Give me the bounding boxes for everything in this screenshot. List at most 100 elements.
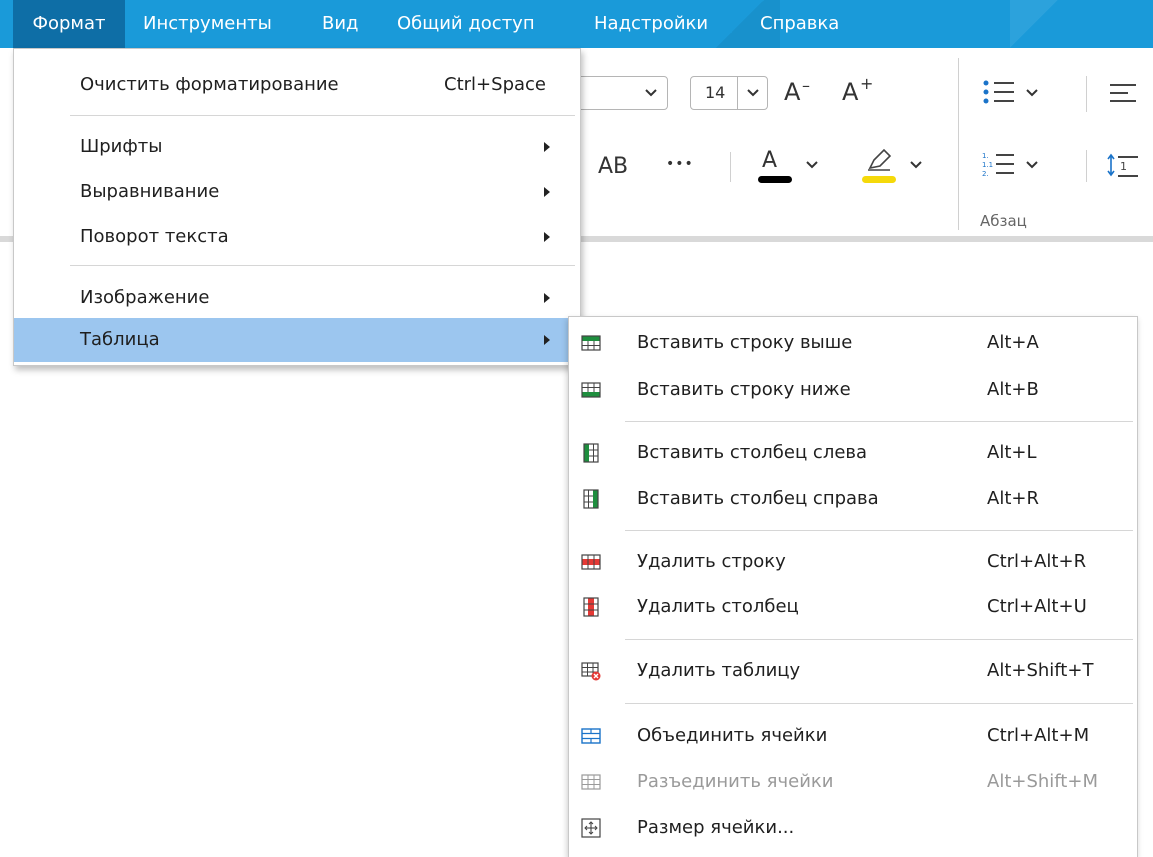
menu-item-merge-cells[interactable]: Объединить ячейки Ctrl+Alt+M — [569, 713, 1137, 759]
menu-item-label: Разъединить ячейки — [637, 771, 834, 792]
svg-text:1: 1 — [1120, 160, 1127, 173]
menu-item-insert-column-right[interactable]: Вставить столбец справа Alt+R — [569, 476, 1137, 522]
menu-item-split-cells[interactable]: Разъединить ячейки Alt+Shift+M — [569, 759, 1137, 805]
decrease-font-button[interactable]: A – — [784, 76, 824, 108]
menu-item-shortcut: Alt+A — [987, 332, 1039, 353]
chevron-down-icon — [645, 89, 657, 97]
menu-item-label: Шрифты — [80, 136, 163, 157]
menu-separator — [70, 115, 575, 116]
menu-item-label: Размер ячейки... — [637, 817, 795, 838]
menu-item-label: Вставить столбец слева — [637, 442, 868, 463]
font-color-label: A — [762, 148, 778, 173]
split-cells-icon — [581, 774, 601, 790]
chevron-down-icon — [910, 161, 922, 169]
font-size-combo[interactable]: 14 — [690, 76, 768, 110]
svg-text:1.: 1. — [982, 152, 989, 160]
insert-column-left-icon — [583, 443, 599, 463]
menu-help[interactable]: Справка — [760, 0, 839, 48]
delete-column-icon — [583, 597, 599, 617]
numbered-list-button[interactable]: 1. 1.1 2. — [982, 150, 1054, 182]
menu-view[interactable]: Вид — [322, 0, 359, 48]
minus-sign-icon: – — [802, 76, 810, 95]
menu-item-shortcut: Alt+L — [987, 442, 1037, 463]
menu-item-delete-row[interactable]: Удалить строку Ctrl+Alt+R — [569, 539, 1137, 585]
menu-item-image[interactable]: Изображение — [14, 276, 580, 320]
menu-separator — [70, 265, 575, 266]
menu-item-table[interactable]: Таблица — [14, 318, 580, 362]
change-case-button[interactable]: AB — [598, 154, 628, 179]
menu-item-label: Вставить столбец справа — [637, 488, 879, 509]
menu-item-label: Выравнивание — [80, 181, 220, 202]
align-left-icon[interactable] — [1110, 82, 1140, 108]
more-options-button[interactable]: ••• — [666, 156, 694, 172]
bullet-list-icon — [983, 80, 1014, 104]
menu-item-label: Изображение — [80, 287, 210, 308]
submenu-arrow-icon — [544, 335, 550, 345]
menu-sharing[interactable]: Общий доступ — [397, 0, 535, 48]
menu-separator — [625, 530, 1133, 531]
line-spacing-icon[interactable]: 1 — [1106, 152, 1140, 180]
decrease-font-label: A — [784, 78, 801, 106]
bullet-list-button[interactable] — [982, 78, 1054, 110]
menu-item-label: Вставить строку ниже — [637, 379, 851, 400]
highlight-color-button[interactable] — [860, 146, 930, 186]
font-color-button[interactable]: A — [756, 146, 826, 186]
submenu-arrow-icon — [544, 232, 550, 242]
delete-table-icon — [581, 662, 601, 681]
menu-item-label: Объединить ячейки — [637, 725, 828, 746]
menu-item-shortcut: Alt+B — [987, 379, 1039, 400]
paragraph-group-label: Абзац — [980, 212, 1027, 230]
menu-item-shortcut: Ctrl+Alt+M — [987, 725, 1090, 746]
menu-format[interactable]: Формат — [13, 0, 125, 48]
menu-item-clear-formatting[interactable]: Очистить форматирование Ctrl+Space — [14, 63, 580, 107]
divider — [730, 152, 731, 182]
menu-item-delete-column[interactable]: Удалить столбец Ctrl+Alt+U — [569, 584, 1137, 630]
chevron-down-icon — [747, 89, 759, 97]
menu-tools[interactable]: Инструменты — [143, 0, 272, 48]
highlighter-icon — [868, 148, 892, 171]
menu-item-label: Таблица — [80, 329, 160, 350]
insert-row-above-icon — [581, 335, 601, 351]
menu-item-alignment[interactable]: Выравнивание — [14, 170, 580, 214]
menu-item-insert-row-above[interactable]: Вставить строку выше Alt+A — [569, 320, 1137, 366]
menu-item-fonts[interactable]: Шрифты — [14, 125, 580, 169]
delete-row-icon — [581, 554, 601, 570]
increase-font-label: A — [842, 78, 859, 106]
menu-item-insert-column-left[interactable]: Вставить столбец слева Alt+L — [569, 430, 1137, 476]
menu-item-shortcut: Ctrl+Space — [444, 74, 546, 95]
menu-separator — [625, 703, 1133, 704]
numbered-list-icon: 1. 1.1 2. — [982, 152, 1014, 178]
divider — [958, 58, 959, 230]
divider — [1086, 76, 1087, 112]
chevron-down-icon — [806, 161, 818, 169]
submenu-arrow-icon — [544, 142, 550, 152]
increase-font-button[interactable]: A + — [842, 74, 882, 108]
svg-text:2.: 2. — [982, 170, 989, 178]
menu-item-label: Удалить таблицу — [637, 660, 801, 681]
submenu-arrow-icon — [544, 293, 550, 303]
menu-item-shortcut: Alt+Shift+T — [987, 660, 1094, 681]
menu-bar: Формат Инструменты Вид Общий доступ Надс… — [0, 0, 1153, 48]
menubar-decoration-2 — [1010, 0, 1058, 48]
menu-item-label: Удалить строку — [637, 551, 786, 572]
menu-item-delete-table[interactable]: Удалить таблицу Alt+Shift+T — [569, 648, 1137, 694]
menu-item-label: Поворот текста — [80, 226, 229, 247]
menu-addons[interactable]: Надстройки — [594, 0, 708, 48]
menu-item-shortcut: Alt+R — [987, 488, 1039, 509]
insert-column-right-icon — [583, 489, 599, 509]
highlight-color-swatch — [862, 176, 896, 183]
cell-size-icon — [581, 818, 601, 838]
menu-item-text-rotation[interactable]: Поворот текста — [14, 215, 580, 259]
format-menu: Очистить форматирование Ctrl+Space Шрифт… — [13, 48, 581, 366]
divider — [1086, 150, 1087, 182]
menu-item-insert-row-below[interactable]: Вставить строку ниже Alt+B — [569, 367, 1137, 413]
insert-row-below-icon — [581, 382, 601, 398]
chevron-down-icon — [1026, 161, 1038, 169]
menu-item-shortcut: Ctrl+Alt+U — [987, 596, 1087, 617]
table-submenu: Вставить строку выше Alt+A Вставить стро… — [568, 316, 1138, 857]
menu-item-label: Очистить форматирование — [80, 74, 339, 95]
menu-item-cell-size[interactable]: Размер ячейки... — [569, 805, 1137, 851]
font-size-value: 14 — [705, 83, 726, 102]
menu-item-shortcut: Alt+Shift+M — [987, 771, 1098, 792]
svg-text:1.1: 1.1 — [982, 161, 993, 169]
